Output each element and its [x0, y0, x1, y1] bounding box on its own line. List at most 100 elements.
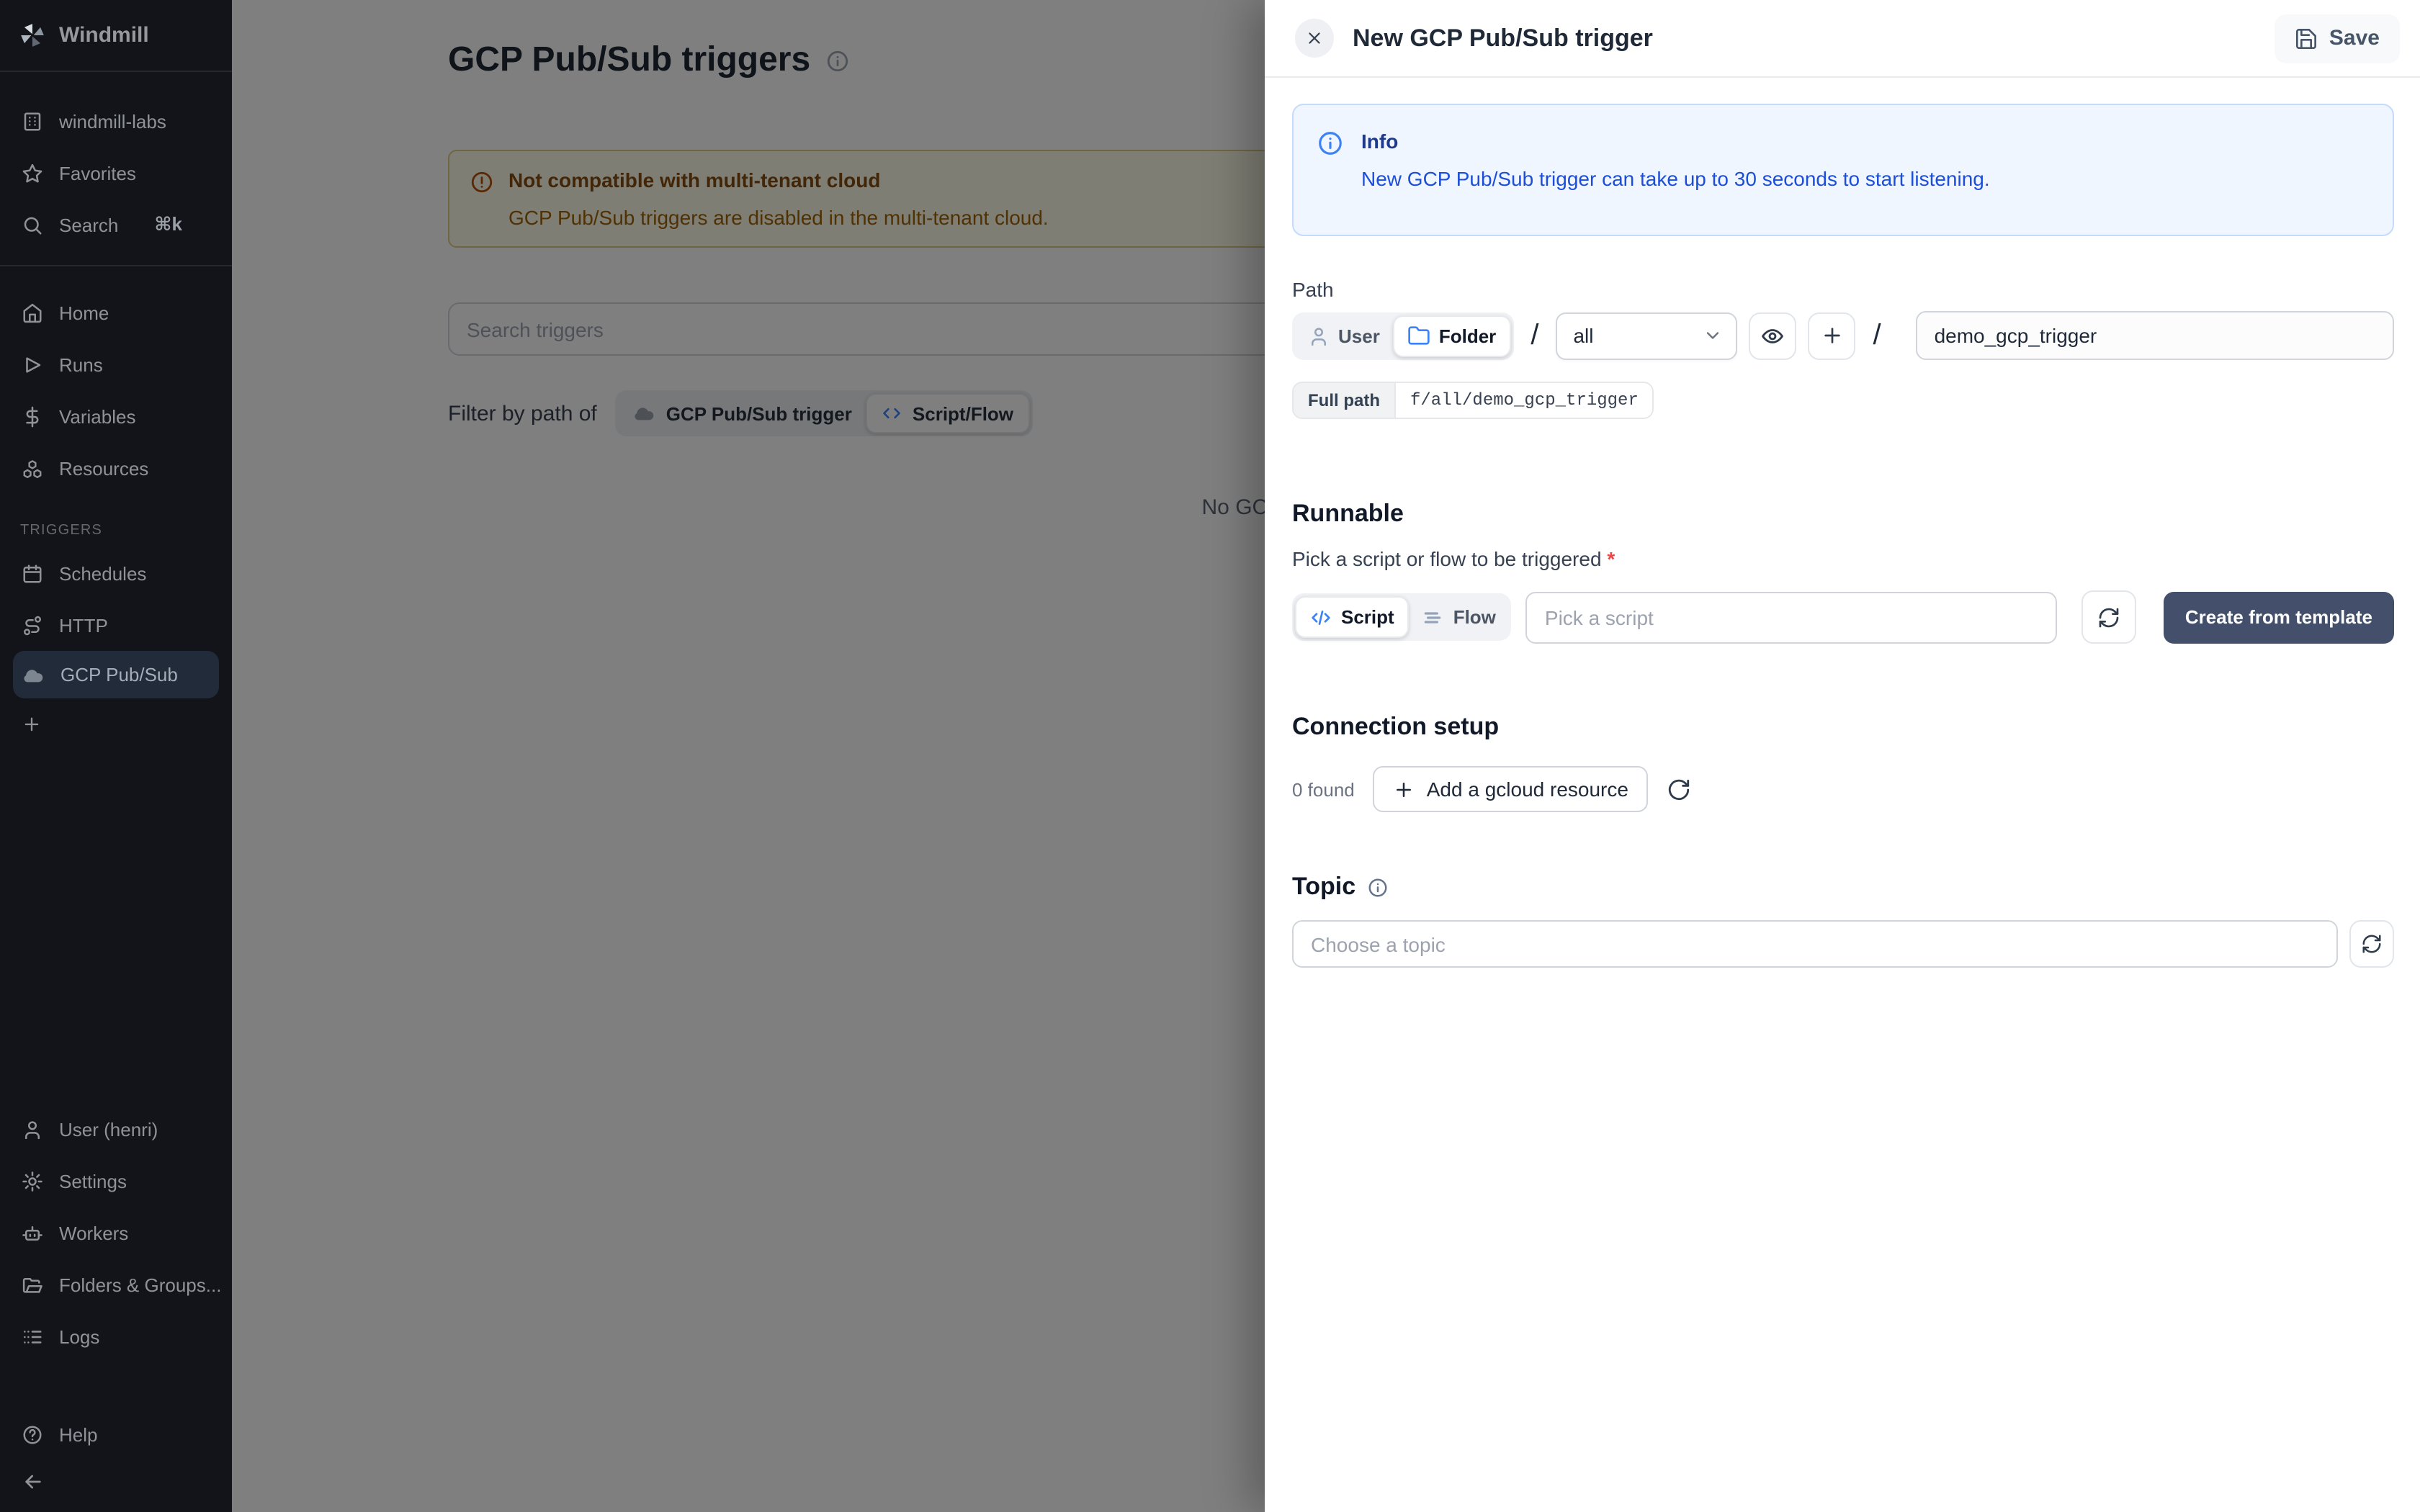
refresh-icon [2361, 933, 2383, 955]
create-from-template-button[interactable]: Create from template [2164, 591, 2394, 643]
info-icon[interactable] [1367, 876, 1389, 898]
sidebar-item-user[interactable]: User (henri) [0, 1103, 232, 1155]
folder-select-value: all [1573, 324, 1703, 347]
refresh-resources-button[interactable] [1667, 777, 1692, 801]
sidebar-item-runs[interactable]: Runs [0, 338, 232, 390]
collapse-sidebar-button[interactable] [0, 1460, 232, 1503]
sidebar-item-label: User (henri) [59, 1118, 158, 1140]
sidebar-item-settings[interactable]: Settings [0, 1155, 232, 1207]
add-gcloud-resource-button[interactable]: Add a gcloud resource [1373, 766, 1649, 812]
drawer-body: Info New GCP Pub/Sub trigger can take up… [1265, 78, 2420, 968]
add-gcloud-resource-label: Add a gcloud resource [1427, 778, 1628, 801]
trigger-name-input[interactable] [1916, 311, 2394, 360]
close-drawer-button[interactable] [1295, 19, 1334, 58]
sidebar-item-label: GCP Pub/Sub [60, 664, 178, 685]
logo-row[interactable]: Windmill [0, 0, 232, 72]
sidebar-item-variables[interactable]: Variables [0, 390, 232, 442]
robot-icon [22, 1222, 43, 1243]
code-icon [1309, 606, 1332, 629]
pick-script-input[interactable] [1526, 591, 2057, 643]
sidebar-item-label: Help [59, 1423, 98, 1445]
plus-icon [1820, 324, 1843, 347]
windmill-logo-icon [19, 22, 46, 49]
plus-icon [22, 714, 42, 734]
arrow-left-icon [22, 1470, 45, 1493]
sidebar-item-label: Runs [59, 354, 103, 375]
path-row: User Folder / all [1292, 311, 2394, 360]
route-icon [22, 614, 43, 636]
sidebar-item-label: Home [59, 302, 109, 323]
sidebar-item-search[interactable]: Search ⌘k [0, 199, 232, 251]
folder-open-icon [22, 1274, 43, 1295]
info-alert: Info New GCP Pub/Sub trigger can take up… [1292, 104, 2394, 236]
sidebar-item-resources[interactable]: Resources [0, 442, 232, 494]
connection-setup-heading: Connection setup [1292, 713, 2394, 742]
sidebar-item-label: Resources [59, 457, 148, 479]
gear-icon [22, 1170, 43, 1192]
save-icon [2295, 27, 2318, 50]
help-icon [22, 1423, 43, 1445]
view-folder-button[interactable] [1749, 312, 1796, 359]
sidebar-item-schedules[interactable]: Schedules [0, 547, 232, 599]
calendar-icon [22, 562, 43, 584]
owner-kind-toggle: User Folder [1292, 312, 1513, 359]
refresh-topics-button[interactable] [2349, 920, 2394, 968]
gcp-cloud-icon [22, 663, 45, 686]
sidebar-item-label: Favorites [59, 162, 136, 184]
boxes-icon [22, 457, 43, 479]
play-icon [22, 354, 43, 375]
sidebar-bottom-group: User (henri) Settings Workers Folders & … [0, 1103, 232, 1362]
sidebar-item-label: Search [59, 214, 118, 235]
sidebar-item-label: Folders & Groups... [59, 1274, 221, 1295]
topic-row: Choose a topic [1292, 920, 2394, 968]
kind-script-label: Script [1341, 606, 1394, 628]
sidebar-item-label: HTTP [59, 614, 108, 636]
plus-icon [1394, 778, 1415, 800]
sidebar-item-label: Schedules [59, 562, 146, 584]
create-from-template-label: Create from template [2185, 606, 2372, 628]
owner-user-button[interactable]: User [1295, 315, 1393, 356]
kind-flow-button[interactable]: Flow [1409, 596, 1509, 638]
add-folder-button[interactable] [1808, 312, 1855, 359]
sidebar-item-label: Workers [59, 1222, 128, 1243]
star-icon [22, 162, 43, 184]
sidebar-item-label: Variables [59, 405, 135, 427]
sidebar-item-logs[interactable]: Logs [0, 1310, 232, 1362]
sidebar-item-workspace[interactable]: windmill-labs [0, 95, 232, 147]
info-alert-content: Info New GCP Pub/Sub trigger can take up… [1361, 128, 1990, 212]
building-icon [22, 110, 43, 132]
runnable-kind-toggle: Script Flow [1292, 593, 1512, 641]
info-alert-title: Info [1361, 130, 1990, 153]
kind-flow-label: Flow [1453, 606, 1496, 628]
user-icon [1308, 325, 1330, 346]
eye-icon [1760, 323, 1785, 348]
drawer-header: New GCP Pub/Sub trigger Save [1265, 0, 2420, 78]
info-icon [1317, 130, 1344, 212]
owner-folder-label: Folder [1439, 325, 1496, 346]
search-icon [22, 214, 43, 235]
sidebar-item-workers[interactable]: Workers [0, 1207, 232, 1259]
folder-select[interactable]: all [1556, 312, 1737, 359]
sidebar-separator [0, 265, 232, 266]
owner-folder-button[interactable]: Folder [1393, 315, 1510, 356]
sidebar-item-http[interactable]: HTTP [0, 599, 232, 651]
sidebar-item-label: windmill-labs [59, 110, 166, 132]
drawer-title: New GCP Pub/Sub trigger [1353, 24, 1653, 53]
required-mark: * [1607, 547, 1615, 570]
save-button[interactable]: Save [2275, 14, 2400, 63]
folder-icon [1407, 324, 1430, 347]
sidebar-item-favorites[interactable]: Favorites [0, 147, 232, 199]
sidebar-item-folders-groups[interactable]: Folders & Groups... [0, 1259, 232, 1310]
kind-script-button[interactable]: Script [1295, 596, 1409, 638]
sidebar-item-home[interactable]: Home [0, 287, 232, 338]
home-icon [22, 302, 43, 323]
sidebar-item-gcp-pubsub[interactable]: GCP Pub/Sub [13, 651, 219, 698]
new-trigger-drawer: New GCP Pub/Sub trigger Save Info New GC… [1265, 0, 2420, 1512]
resources-found-count: 0 found [1292, 778, 1355, 800]
refresh-scripts-button[interactable] [2081, 590, 2136, 644]
path-separator: / [1873, 319, 1881, 352]
add-trigger-kind-button[interactable] [0, 698, 232, 750]
topic-select[interactable]: Choose a topic [1292, 920, 2338, 968]
app-root: GCP Pub/Sub triggers Not compatible with… [0, 0, 2420, 1512]
sidebar-item-help[interactable]: Help [0, 1408, 232, 1460]
